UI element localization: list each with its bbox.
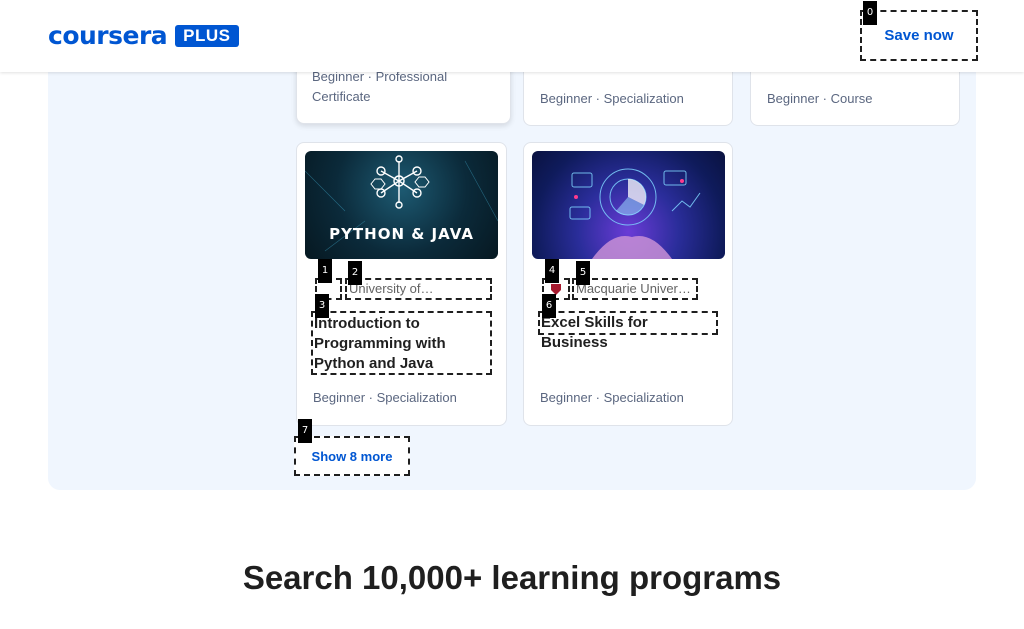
logo-plus-badge: PLUS bbox=[175, 25, 239, 47]
course-title[interactable]: Excel Skills for Business bbox=[538, 311, 718, 351]
annotation-tag: 3 bbox=[315, 294, 329, 318]
course-thumbnail: PYTHON & JAVA bbox=[305, 151, 498, 259]
annotation-tag: 5 bbox=[576, 261, 590, 285]
card-meta: Beginner · Specialization bbox=[313, 390, 457, 405]
course-title[interactable]: Introduction to Programming with Python … bbox=[311, 311, 492, 375]
save-now-button[interactable]: Save now bbox=[860, 10, 978, 61]
card-meta: Beginner · Course bbox=[767, 91, 873, 106]
thumbnail-caption: PYTHON & JAVA bbox=[329, 225, 474, 243]
partner-name[interactable]: University of… bbox=[345, 278, 492, 300]
annotation-tag: 0 bbox=[863, 1, 877, 25]
coursera-plus-logo[interactable]: coursera PLUS bbox=[48, 21, 239, 50]
annotation-tag: 4 bbox=[545, 259, 559, 283]
annotation-tag: 6 bbox=[542, 294, 556, 318]
course-thumbnail bbox=[532, 151, 725, 259]
search-heading: Search 10,000+ learning programs bbox=[242, 559, 782, 596]
annotation-tag: 7 bbox=[298, 419, 312, 443]
card-meta: Beginner · Professional Certificate bbox=[312, 69, 448, 104]
logo-wordmark: coursera bbox=[48, 21, 168, 50]
data-hand-graphic-icon bbox=[569, 168, 701, 259]
annotation-tag: 2 bbox=[348, 261, 362, 285]
partner-name[interactable]: Macquarie University bbox=[572, 278, 698, 300]
annotation-tag: 1 bbox=[318, 259, 332, 283]
card-meta: Beginner · Specialization bbox=[540, 390, 684, 405]
card-meta: Beginner · Specialization bbox=[540, 91, 684, 106]
